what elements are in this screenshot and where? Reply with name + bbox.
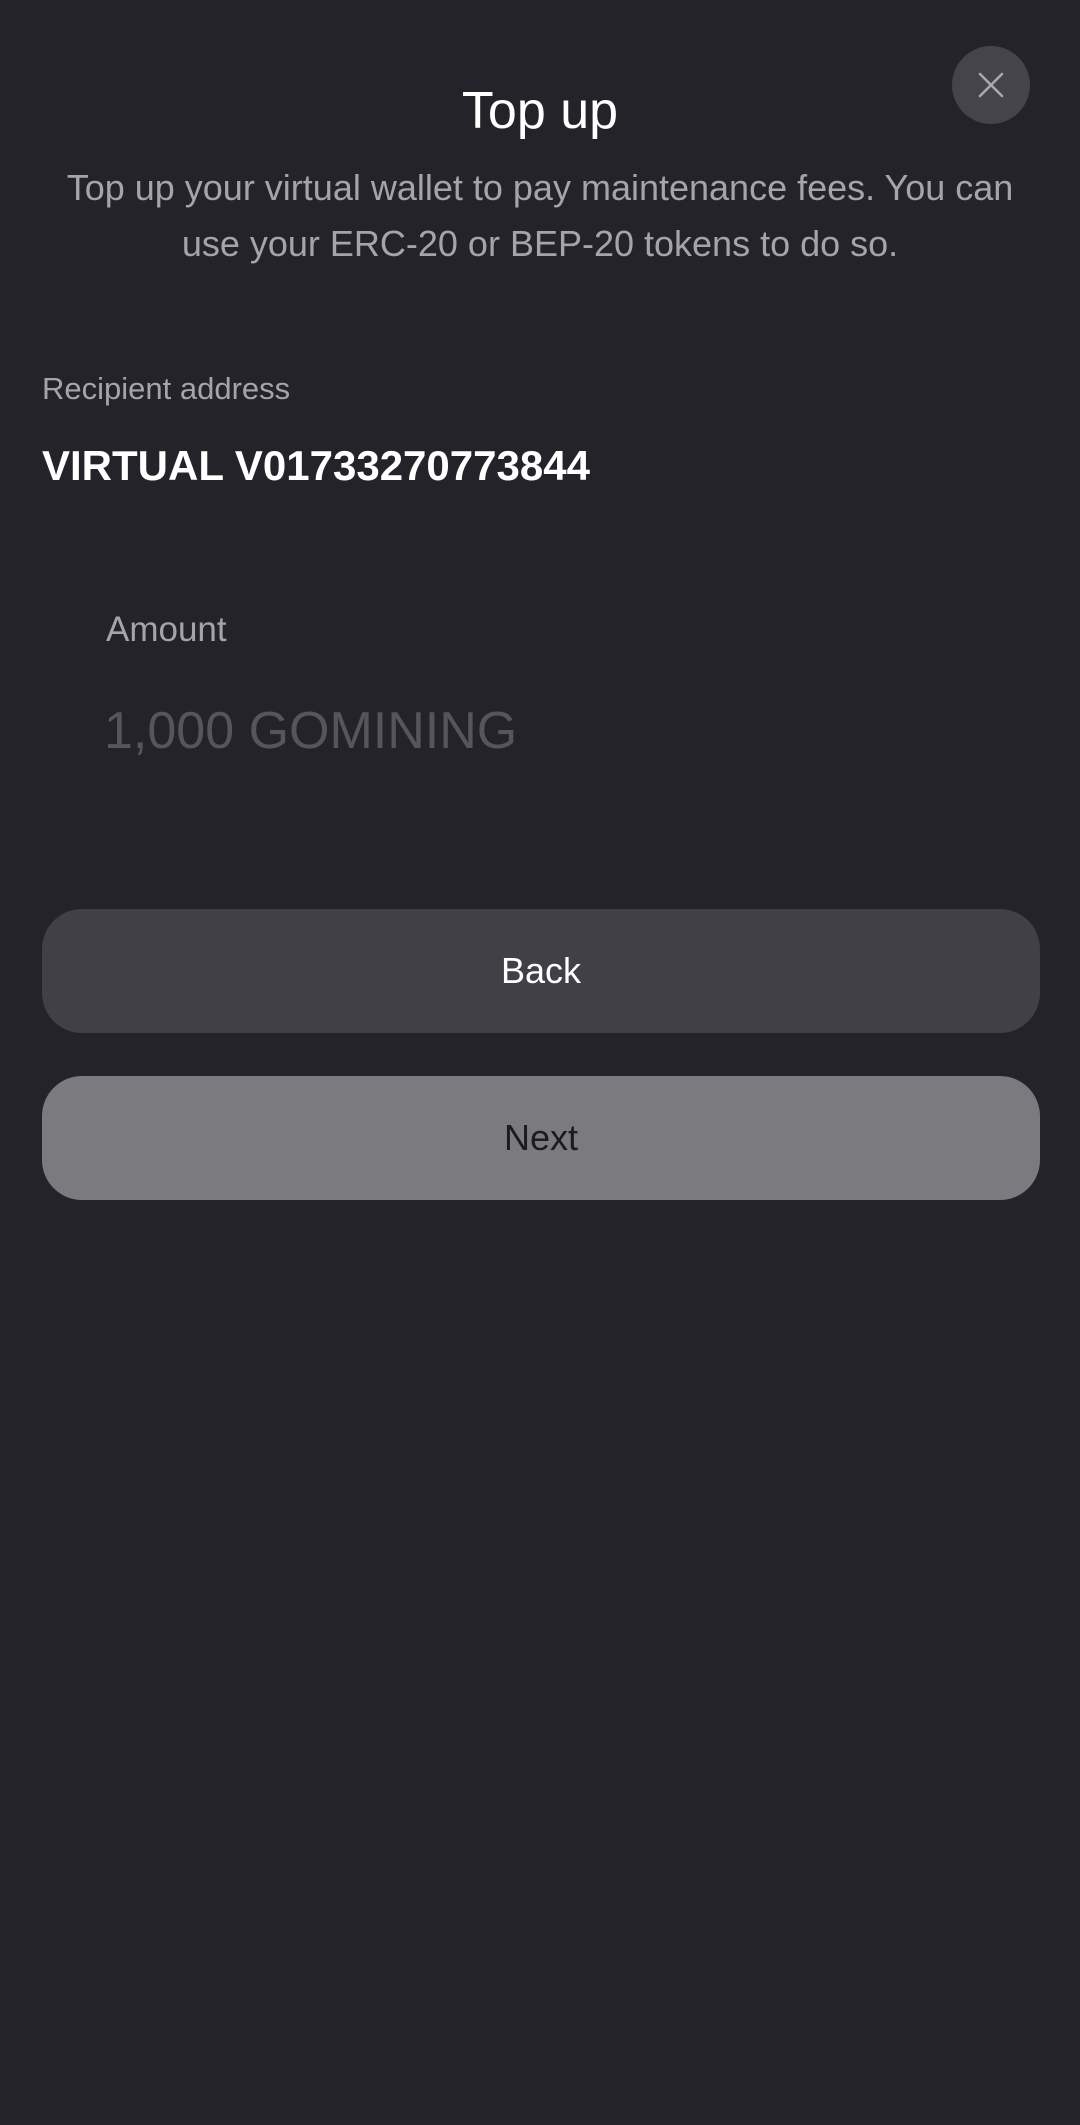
- next-button[interactable]: Next: [42, 1076, 1040, 1200]
- recipient-address-value: VIRTUAL V01733270773844: [42, 442, 590, 489]
- modal-title: Top up: [461, 82, 619, 140]
- modal-subtitle: Top up your virtual wallet to pay mainte…: [66, 167, 1014, 264]
- amount-label: Amount: [106, 610, 227, 649]
- top-up-modal: Top up Top up your virtual wallet to pay…: [0, 0, 1080, 2125]
- recipient-address-label: Recipient address: [42, 371, 291, 406]
- amount-input[interactable]: [104, 694, 1004, 768]
- back-button[interactable]: Back: [42, 909, 1040, 1033]
